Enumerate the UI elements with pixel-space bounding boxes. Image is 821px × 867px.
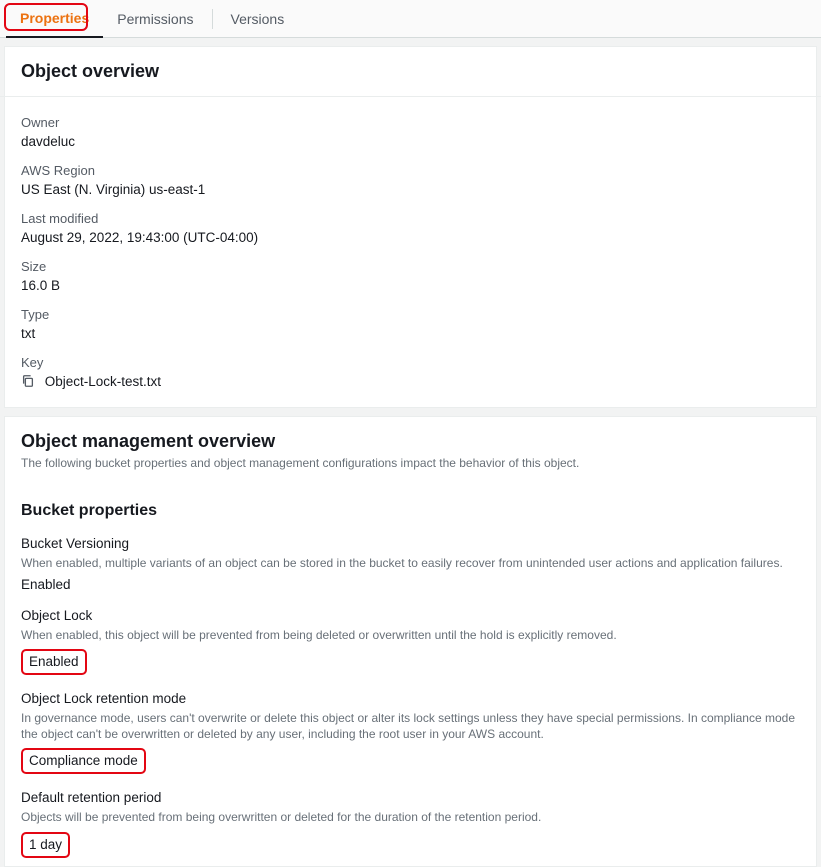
tab-permissions[interactable]: Permissions (103, 1, 207, 37)
annotation-highlight-retention-period-value: 1 day (21, 832, 70, 858)
tabs-bar: Properties Permissions Versions (0, 0, 821, 38)
object-management-subtitle: The following bucket properties and obje… (21, 456, 800, 472)
owner-label: Owner (21, 115, 800, 130)
bucket-versioning-title: Bucket Versioning (21, 536, 800, 551)
object-management-panel: Object management overview The following… (4, 416, 817, 867)
tab-properties[interactable]: Properties (6, 0, 103, 38)
annotation-highlight-object-lock-value: Enabled (21, 649, 87, 675)
key-value-row: Object-Lock-test.txt (21, 374, 800, 391)
size-value: 16.0 B (21, 278, 800, 293)
copy-icon[interactable] (21, 376, 39, 391)
bucket-versioning-value: Enabled (21, 577, 800, 592)
object-lock-title: Object Lock (21, 608, 800, 623)
last-modified-value: August 29, 2022, 19:43:00 (UTC-04:00) (21, 230, 800, 245)
retention-mode-value: Compliance mode (29, 753, 138, 768)
retention-mode-desc: In governance mode, users can't overwrit… (21, 710, 800, 742)
region-label: AWS Region (21, 163, 800, 178)
retention-period-value: 1 day (29, 837, 62, 852)
object-overview-title: Object overview (21, 61, 800, 82)
size-label: Size (21, 259, 800, 274)
owner-value: davdeluc (21, 134, 800, 149)
last-modified-label: Last modified (21, 211, 800, 226)
object-lock-value: Enabled (29, 654, 79, 669)
tab-separator (212, 9, 213, 29)
bucket-versioning-desc: When enabled, multiple variants of an ob… (21, 555, 800, 571)
retention-mode-title: Object Lock retention mode (21, 691, 800, 706)
type-value: txt (21, 326, 800, 341)
region-value: US East (N. Virginia) us-east-1 (21, 182, 800, 197)
bucket-properties-title: Bucket properties (21, 502, 800, 520)
retention-period-title: Default retention period (21, 790, 800, 805)
object-lock-desc: When enabled, this object will be preven… (21, 627, 800, 643)
object-overview-panel: Object overview Owner davdeluc AWS Regio… (4, 46, 817, 408)
key-value: Object-Lock-test.txt (45, 374, 161, 389)
type-label: Type (21, 307, 800, 322)
tab-versions[interactable]: Versions (217, 1, 299, 37)
annotation-highlight-retention-mode-value: Compliance mode (21, 748, 146, 774)
object-management-title: Object management overview (21, 431, 800, 452)
key-label: Key (21, 355, 800, 370)
retention-period-desc: Objects will be prevented from being ove… (21, 809, 800, 825)
